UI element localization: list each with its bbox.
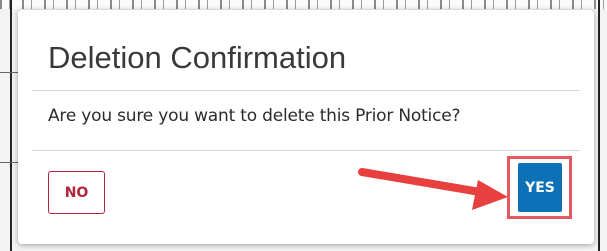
dialog-message: Are you sure you want to delete this Pri… bbox=[48, 106, 461, 126]
title-divider bbox=[32, 90, 580, 91]
background-header-strip bbox=[0, 0, 607, 9]
yes-button[interactable]: YES bbox=[518, 163, 562, 212]
dialog-title: Deletion Confirmation bbox=[48, 40, 347, 75]
footer-divider bbox=[32, 150, 580, 151]
background-border-right bbox=[598, 0, 600, 251]
background-border-left bbox=[10, 0, 12, 251]
deletion-confirmation-dialog: Deletion Confirmation Are you sure you w… bbox=[18, 10, 594, 244]
no-button[interactable]: NO bbox=[48, 171, 105, 214]
